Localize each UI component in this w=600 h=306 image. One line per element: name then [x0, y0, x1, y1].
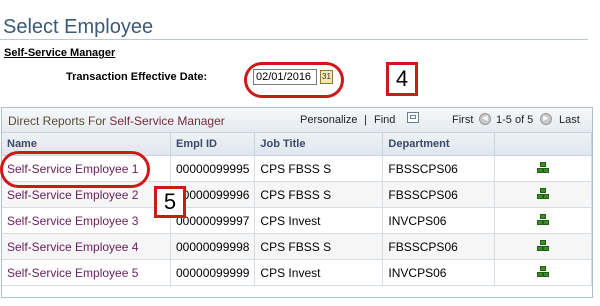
job-title-cell: CPS FBSS S — [254, 155, 384, 182]
employee-name-link[interactable]: Self-Service Employee 5 — [2, 259, 171, 286]
org-chart-cell — [494, 207, 592, 234]
grid-header-bar: Direct Reports For Self-Service Manager … — [2, 108, 592, 133]
column-header-org-chart — [494, 133, 592, 156]
department-cell: INVCPS06 — [382, 259, 496, 286]
callout-box-5: 5 — [154, 186, 186, 218]
table-row: Self-Service Employee 5 00000099999 CPS … — [2, 259, 592, 286]
nav-separator: | — [364, 114, 367, 126]
table-row: Self-Service Employee 3 00000099997 CPS … — [2, 207, 592, 234]
org-chart-cell — [494, 155, 592, 182]
job-title-cell: CPS Invest — [254, 259, 384, 286]
empl-id-cell: 00000099999 — [170, 259, 256, 286]
last-label: Last — [559, 114, 580, 126]
job-title-cell: CPS FBSS S — [254, 181, 384, 208]
column-header-empl-id[interactable]: Empl ID — [170, 133, 256, 156]
next-arrow-icon[interactable]: ▶ — [540, 113, 552, 125]
employee-name-link[interactable]: Self-Service Employee 4 — [2, 233, 171, 260]
job-title-cell: CPS Invest — [254, 207, 384, 234]
org-chart-icon[interactable] — [537, 213, 550, 225]
empl-id-cell: 00000099998 — [170, 233, 256, 260]
personalize-link[interactable]: Personalize — [300, 114, 357, 126]
org-chart-cell — [494, 259, 592, 286]
org-chart-icon[interactable] — [537, 239, 550, 251]
grid-title-manager: Self-Service Manager — [109, 114, 225, 128]
date-highlight-oval — [244, 62, 344, 98]
employee-name-link[interactable]: Self-Service Employee 3 — [2, 207, 171, 234]
org-chart-icon[interactable] — [537, 187, 550, 199]
department-cell: FBSSCPS06 — [382, 181, 496, 208]
direct-reports-grid: Direct Reports For Self-Service Manager … — [1, 107, 593, 298]
department-cell: FBSSCPS06 — [382, 155, 496, 182]
page-title: Select Employee — [3, 16, 154, 38]
employee-1-highlight-oval — [0, 151, 150, 188]
grid-title: Direct Reports For Self-Service Manager — [8, 114, 225, 128]
previous-arrow-icon[interactable]: ◀ — [479, 113, 491, 125]
department-cell: INVCPS06 — [382, 207, 496, 234]
column-header-department[interactable]: Department — [382, 133, 496, 156]
effective-date-label: Transaction Effective Date: — [66, 71, 208, 83]
org-chart-cell — [494, 233, 592, 260]
grid-title-prefix: Direct Reports For — [8, 114, 107, 128]
org-chart-cell — [494, 181, 592, 208]
empl-id-cell: 00000099995 — [170, 155, 256, 182]
page-subtitle: Self-Service Manager — [4, 47, 116, 59]
job-title-cell: CPS FBSS S — [254, 233, 384, 260]
zoom-grid-icon[interactable] — [407, 112, 419, 123]
row-range: 1-5 of 5 — [496, 114, 534, 126]
first-label: First — [452, 114, 474, 126]
find-link[interactable]: Find — [374, 114, 395, 126]
department-cell: FBSSCPS06 — [382, 233, 496, 260]
title-divider — [0, 39, 588, 40]
callout-box-4: 4 — [386, 62, 418, 96]
org-chart-icon[interactable] — [537, 161, 550, 173]
org-chart-icon[interactable] — [537, 265, 550, 277]
column-header-job-title[interactable]: Job Title — [254, 133, 384, 156]
table-row: Self-Service Employee 4 00000099998 CPS … — [2, 233, 592, 260]
